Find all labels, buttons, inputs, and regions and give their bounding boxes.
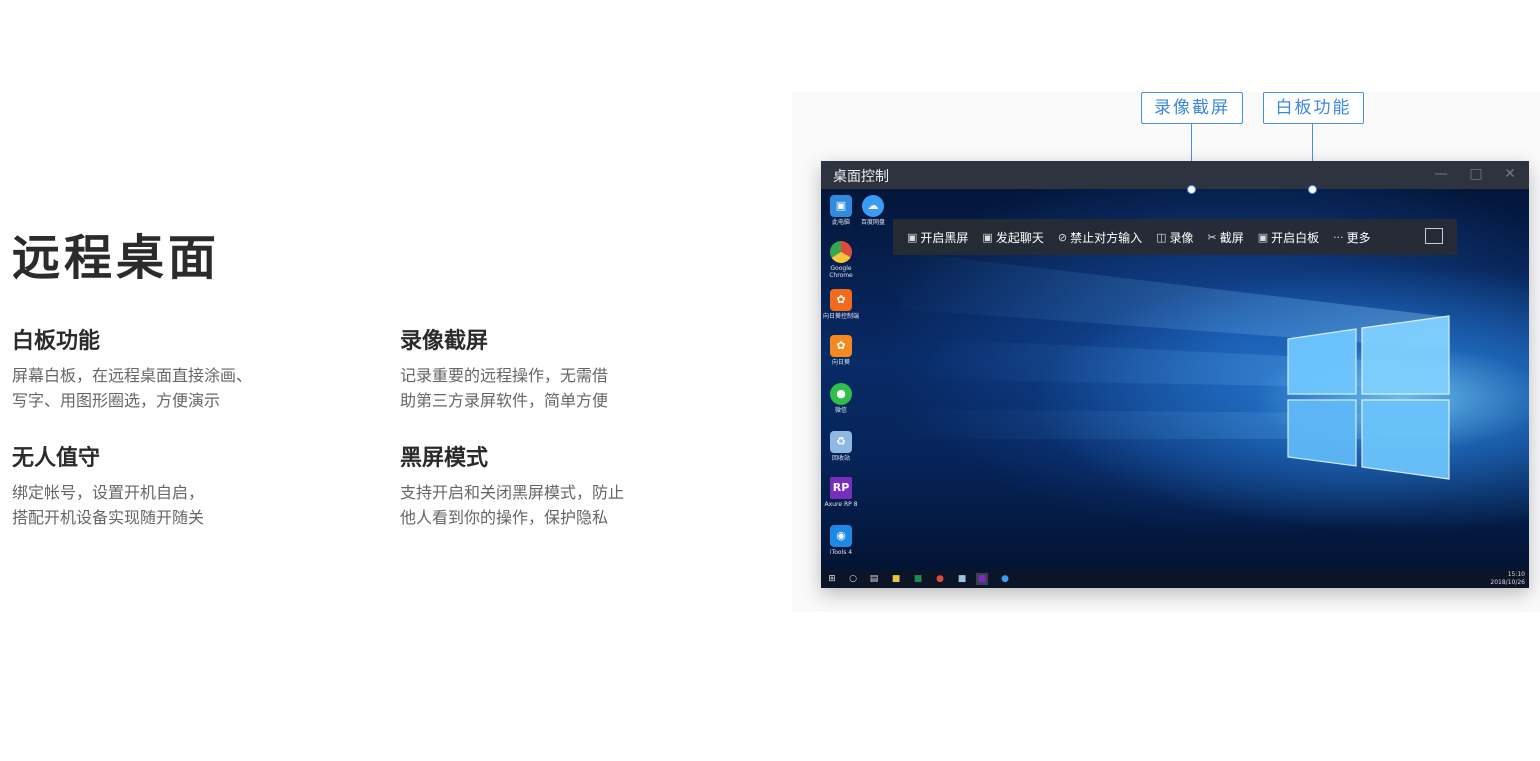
axure-icon[interactable]: ■: [976, 573, 988, 585]
callout-marker: [1187, 185, 1196, 194]
screenshot-button[interactable]: ✂ 截屏: [1208, 229, 1244, 246]
chat-button[interactable]: ▣ 发起聊天: [982, 229, 1043, 246]
window-title: 桌面控制: [833, 169, 889, 185]
page-title: 远程桌面: [12, 230, 221, 286]
feature-title: 无人值守: [12, 446, 101, 471]
remote-toolbar: ▣ 开启黑屏 ▣ 发起聊天 ⊘ 禁止对方输入 ◫ 录像 ✂ 截屏 ▣ 开启白板: [893, 219, 1457, 255]
feature-description: 绑定帐号，设置开机自启， 搭配开机设备实现随开随关: [12, 483, 205, 527]
task-view-icon[interactable]: ▤: [868, 573, 880, 585]
recycle-bin-icon: ♻: [830, 431, 852, 453]
block-input-button[interactable]: ⊘ 禁止对方输入: [1058, 229, 1142, 246]
feature-unattended: 无人值守 绑定帐号，设置开机自启， 搭配开机设备实现随开随关: [12, 444, 302, 530]
feature-whiteboard: 白板功能 屏幕白板，在远程桌面直接涂画、 写字、用图形圈选，方便演示: [12, 327, 302, 413]
cloud-icon: ☁: [862, 195, 884, 217]
black-screen-button[interactable]: ▣ 开启黑屏: [907, 229, 968, 246]
wechat-icon: ●: [830, 383, 852, 405]
callout-record: 录像截屏: [1141, 92, 1243, 124]
whiteboard-button[interactable]: ▣ 开启白板: [1258, 229, 1319, 246]
remote-desktop-window: 桌面控制 — □ ✕ ▣ 开启黑屏 ▣ 发起聊天 ⊘ 禁止对方输入 ◫ 录像 ✂…: [821, 161, 1529, 588]
screen-icon: ▣: [907, 230, 918, 244]
axure-icon: RP: [830, 477, 852, 499]
more-icon: ···: [1333, 230, 1344, 244]
remote-desktop-screen: ▣ 开启黑屏 ▣ 发起聊天 ⊘ 禁止对方输入 ◫ 录像 ✂ 截屏 ▣ 开启白板: [821, 189, 1529, 570]
camera-icon: ◫: [1156, 230, 1167, 244]
desktop-icon-sunflower[interactable]: ✿ 向日葵: [821, 335, 861, 366]
feature-description: 记录重要的远程操作，无需借 助第三方录屏软件，简单方便: [400, 366, 609, 410]
whiteboard-icon: ▣: [1257, 230, 1269, 244]
chrome-icon: [830, 241, 852, 263]
maximize-icon[interactable]: □: [1467, 165, 1485, 183]
search-icon[interactable]: ○: [847, 573, 859, 585]
taskbar: ⊞ ○ ▤ ■ ■ ● ■ ■ ● 15:10 2018/10/26: [821, 570, 1529, 588]
feature-black-screen: 黑屏模式 支持开启和关闭黑屏模式，防止 他人看到你的操作，保护隐私: [400, 444, 690, 530]
desktop-icon-chrome[interactable]: Google Chrome: [821, 241, 861, 279]
computer-icon: ▣: [830, 195, 852, 217]
desktop-icon-wechat[interactable]: ● 微信: [821, 383, 861, 414]
fullscreen-icon[interactable]: [1425, 228, 1443, 244]
feature-title: 白板功能: [12, 329, 101, 354]
desktop-icon-itools[interactable]: ◉ iTools 4: [821, 525, 861, 556]
app-icon[interactable]: ■: [956, 573, 968, 585]
cloud-icon[interactable]: ●: [999, 573, 1011, 585]
desktop-icon-sunflower-control[interactable]: ✿ 向日葵控制端: [821, 289, 861, 320]
minimize-icon[interactable]: —: [1432, 165, 1450, 183]
block-input-icon: ⊘: [1057, 230, 1068, 244]
desktop-icon-baidu[interactable]: ☁ 百度网盘: [853, 195, 893, 226]
more-button[interactable]: ··· 更多: [1333, 229, 1371, 246]
feature-title: 录像截屏: [400, 329, 489, 354]
sunflower-icon: ✿: [830, 335, 852, 357]
desktop-icon-axure[interactable]: RP Axure RP 8: [821, 477, 861, 508]
callout-whiteboard: 白板功能: [1263, 92, 1364, 124]
start-icon[interactable]: ⊞: [826, 573, 838, 585]
sunflower-icon: ✿: [830, 289, 852, 311]
feature-title: 黑屏模式: [400, 446, 489, 471]
scissors-icon: ✂: [1207, 230, 1217, 244]
feature-description: 支持开启和关闭黑屏模式，防止 他人看到你的操作，保护隐私: [400, 483, 625, 527]
callout-marker: [1308, 185, 1317, 194]
taskbar-clock: 15:10 2018/10/26: [1490, 571, 1525, 586]
windows-logo: [1287, 315, 1450, 480]
chat-icon: ▣: [982, 230, 993, 244]
feature-description: 屏幕白板，在远程桌面直接涂画、 写字、用图形圈选，方便演示: [12, 366, 253, 410]
window-titlebar: 桌面控制 — □ ✕: [821, 161, 1529, 189]
close-icon[interactable]: ✕: [1501, 165, 1519, 183]
itools-icon: ◉: [830, 525, 852, 547]
record-button[interactable]: ◫ 录像: [1156, 229, 1193, 246]
chrome-icon[interactable]: ●: [934, 573, 946, 585]
folder-icon[interactable]: ■: [890, 573, 902, 585]
desktop-icon-recycle-bin[interactable]: ♻ 回收站: [821, 431, 861, 462]
feature-recording: 录像截屏 记录重要的远程操作，无需借 助第三方录屏软件，简单方便: [400, 327, 690, 413]
excel-icon[interactable]: ■: [912, 573, 924, 585]
